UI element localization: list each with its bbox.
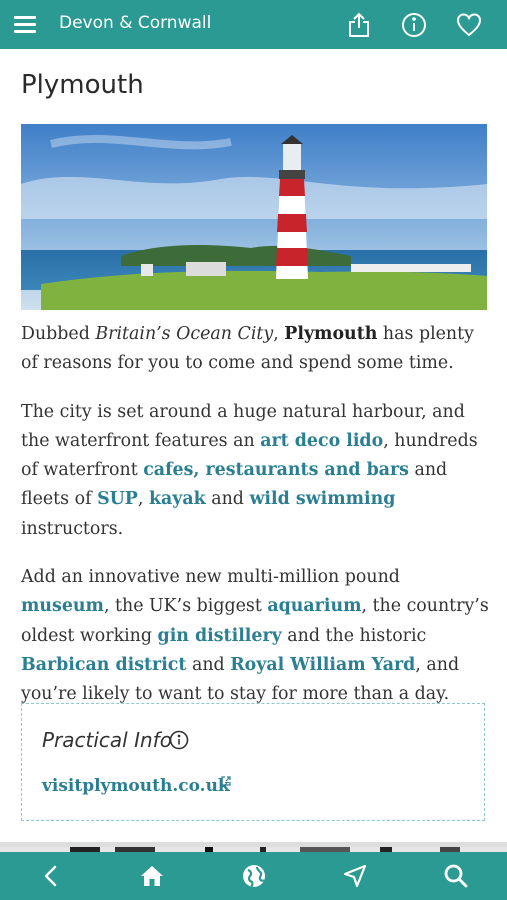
practical-info-box: Practical Info visitplymouth.co.uk — [21, 703, 485, 821]
menu-icon[interactable] — [14, 14, 36, 34]
text: , the UK’s biggest — [103, 596, 268, 617]
link-royal-william-yard[interactable]: Royal William Yard — [230, 655, 415, 675]
link-cafes-restaurants-bars[interactable]: cafes, restaurants and bars — [143, 460, 409, 480]
next-image-preview — [0, 842, 507, 852]
home-icon[interactable] — [138, 862, 166, 890]
page-title: Plymouth — [21, 70, 144, 100]
text: , — [273, 324, 285, 344]
share-icon[interactable] — [345, 11, 373, 39]
link-gin-distillery[interactable]: gin distillery — [158, 626, 282, 646]
app-title: Devon & Cornwall — [59, 13, 212, 33]
external-link-icon — [221, 776, 231, 786]
article-body: Dubbed Britain’s Ocean City, Plymouth ha… — [21, 320, 491, 729]
emphasis-text: Britain’s Ocean City — [95, 324, 274, 344]
top-app-bar: Devon & Cornwall — [0, 0, 507, 49]
location-arrow-icon[interactable] — [341, 862, 369, 890]
link-aquarium[interactable]: aquarium — [267, 596, 361, 616]
search-icon[interactable] — [442, 862, 470, 890]
text: Dubbed — [21, 324, 96, 344]
info-icon[interactable] — [169, 730, 189, 750]
text: , — [137, 489, 149, 510]
website-link[interactable]: visitplymouth.co.uk — [42, 776, 230, 796]
bottom-navigation — [0, 852, 507, 900]
text: and the historic — [281, 625, 427, 646]
link-museum[interactable]: museum — [21, 596, 104, 616]
intro-paragraph: Dubbed Britain’s Ocean City, Plymouth ha… — [21, 320, 491, 379]
link-barbican-district[interactable]: Barbican district — [21, 655, 186, 675]
info-icon[interactable] — [400, 11, 428, 39]
text: instructors. — [21, 518, 124, 539]
link-kayak[interactable]: kayak — [149, 489, 206, 509]
link-art-deco-lido[interactable]: art deco lido — [260, 431, 383, 451]
text: and — [205, 489, 250, 510]
text: and — [186, 654, 231, 675]
attractions-paragraph: Add an innovative new multi-million poun… — [21, 563, 491, 709]
hero-image — [21, 124, 487, 310]
strong-text: Plymouth — [284, 324, 378, 344]
heart-icon[interactable] — [455, 11, 483, 39]
harbour-paragraph: The city is set around a huge natural ha… — [21, 398, 491, 544]
back-icon[interactable] — [37, 862, 65, 890]
text: Add an innovative new multi-million poun… — [21, 567, 400, 588]
link-sup[interactable]: SUP — [97, 489, 138, 509]
practical-info-title: Practical Info — [42, 728, 172, 752]
link-wild-swimming[interactable]: wild swimming — [249, 489, 395, 509]
globe-icon[interactable] — [240, 862, 268, 890]
